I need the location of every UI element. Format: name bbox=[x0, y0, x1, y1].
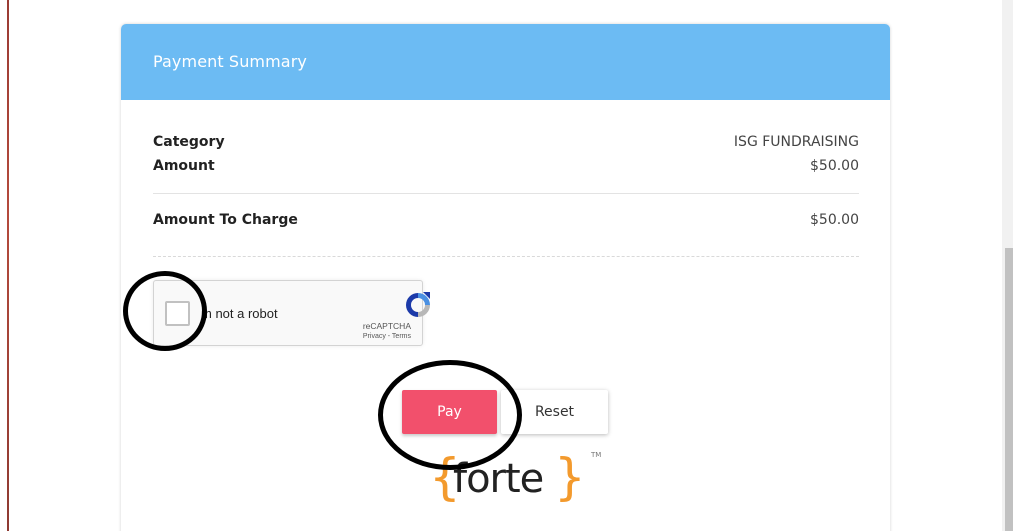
category-label: Category bbox=[153, 134, 225, 150]
card-header: Payment Summary bbox=[121, 24, 890, 100]
scrollbar-thumb[interactable] bbox=[1005, 248, 1013, 531]
left-edge-rule bbox=[7, 0, 9, 531]
dashed-divider bbox=[153, 256, 859, 257]
payment-summary-card: Payment Summary Category ISG FUNDRAISING… bbox=[121, 24, 890, 531]
recaptcha-checkbox[interactable] bbox=[165, 301, 190, 326]
reset-button[interactable]: Reset bbox=[501, 390, 608, 434]
amount-label: Amount bbox=[153, 158, 215, 174]
recaptcha-terms-link[interactable]: Privacy - Terms bbox=[363, 333, 411, 340]
recaptcha-widget: m not a robot reCAPTCHA Privacy - Terms bbox=[153, 280, 430, 346]
recaptcha-label: m not a robot bbox=[201, 306, 278, 321]
amount-value: $50.00 bbox=[810, 158, 859, 174]
card-title: Payment Summary bbox=[153, 52, 307, 71]
forte-right-brace: } bbox=[554, 448, 586, 506]
charge-label: Amount To Charge bbox=[153, 212, 298, 228]
page: Payment Summary Category ISG FUNDRAISING… bbox=[0, 0, 1013, 531]
charge-value: $50.00 bbox=[810, 212, 859, 228]
recaptcha-logo-icon bbox=[406, 292, 430, 317]
pay-button[interactable]: Pay bbox=[402, 390, 497, 434]
forte-trademark: TM bbox=[591, 451, 602, 459]
forte-wordmark: forte bbox=[453, 456, 544, 502]
forte-logo: { forte } TM bbox=[429, 448, 619, 514]
recaptcha-brand: reCAPTCHA bbox=[362, 321, 411, 331]
category-value: ISG FUNDRAISING bbox=[733, 134, 859, 150]
summary-divider bbox=[153, 193, 859, 194]
